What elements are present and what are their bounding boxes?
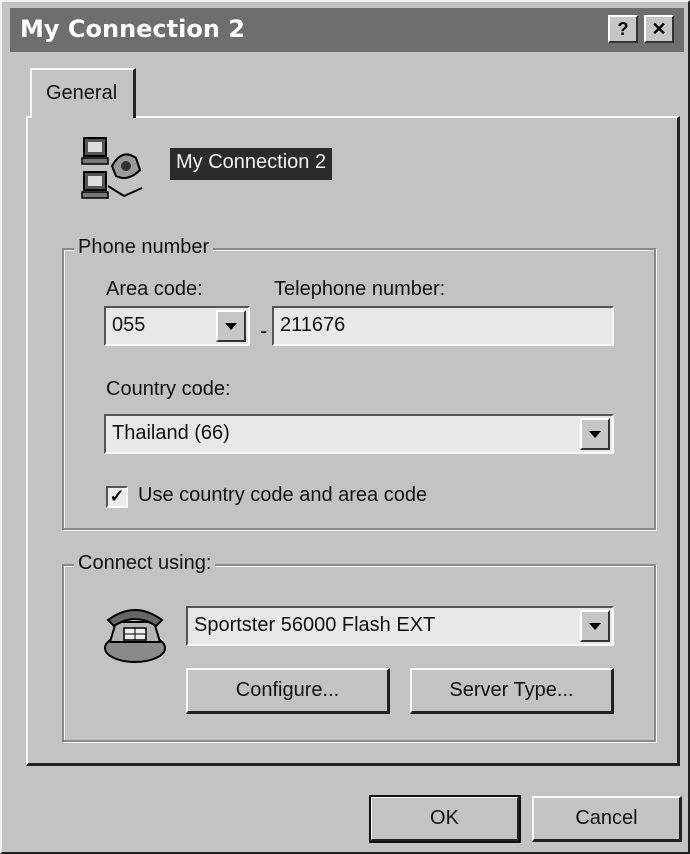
area-code-label: Area code: <box>106 278 203 300</box>
configure-button-label: Configure... <box>235 679 340 701</box>
dropdown-arrow-icon[interactable] <box>580 418 610 450</box>
use-codes-label[interactable]: Use country code and area code <box>138 484 427 507</box>
server-type-button[interactable]: Server Type... <box>410 668 614 714</box>
window-title: My Connection 2 <box>20 15 245 43</box>
connection-name[interactable]: My Connection 2 <box>170 148 333 180</box>
ok-button[interactable]: OK <box>369 795 521 843</box>
checkmark-icon: ✓ <box>109 486 125 506</box>
cancel-button-label: Cancel <box>575 807 638 829</box>
area-code-value: 055 <box>112 314 146 336</box>
computer-network-icon <box>81 137 143 199</box>
country-code-value: Thailand (66) <box>112 422 230 444</box>
area-code-combobox[interactable]: 055 <box>104 306 250 346</box>
country-code-label: Country code: <box>106 378 231 400</box>
telephone-number-field[interactable]: 211676 <box>272 306 614 346</box>
title-bar[interactable]: My Connection 2 ? ✕ <box>10 8 684 52</box>
dialog-window: My Connection 2 ? ✕ General My Connectio… <box>0 0 690 854</box>
connect-using-group-label: Connect using: <box>74 552 216 575</box>
dropdown-arrow-icon[interactable] <box>216 310 246 342</box>
ok-button-label: OK <box>430 807 459 829</box>
configure-button[interactable]: Configure... <box>186 668 390 714</box>
help-icon[interactable]: ? <box>608 15 638 43</box>
telephone-number-value: 211676 <box>280 314 346 336</box>
tab-general[interactable]: General <box>30 68 136 118</box>
separator-dash: - <box>260 318 268 343</box>
close-icon[interactable]: ✕ <box>644 15 674 43</box>
use-codes-checkbox[interactable]: ✓ <box>106 486 128 508</box>
country-code-combobox[interactable]: Thailand (66) <box>104 414 614 454</box>
cancel-button[interactable]: Cancel <box>532 796 682 842</box>
server-type-button-label: Server Type... <box>449 679 574 701</box>
device-combobox[interactable]: Sportster 56000 Flash EXT <box>186 606 614 646</box>
dropdown-arrow-icon[interactable] <box>580 610 610 642</box>
telephone-number-label: Telephone number: <box>274 278 446 300</box>
modem-phone-icon <box>104 609 166 663</box>
tab-general-label: General <box>46 82 118 104</box>
device-value: Sportster 56000 Flash EXT <box>194 614 436 636</box>
phone-number-group-label: Phone number <box>74 236 214 259</box>
